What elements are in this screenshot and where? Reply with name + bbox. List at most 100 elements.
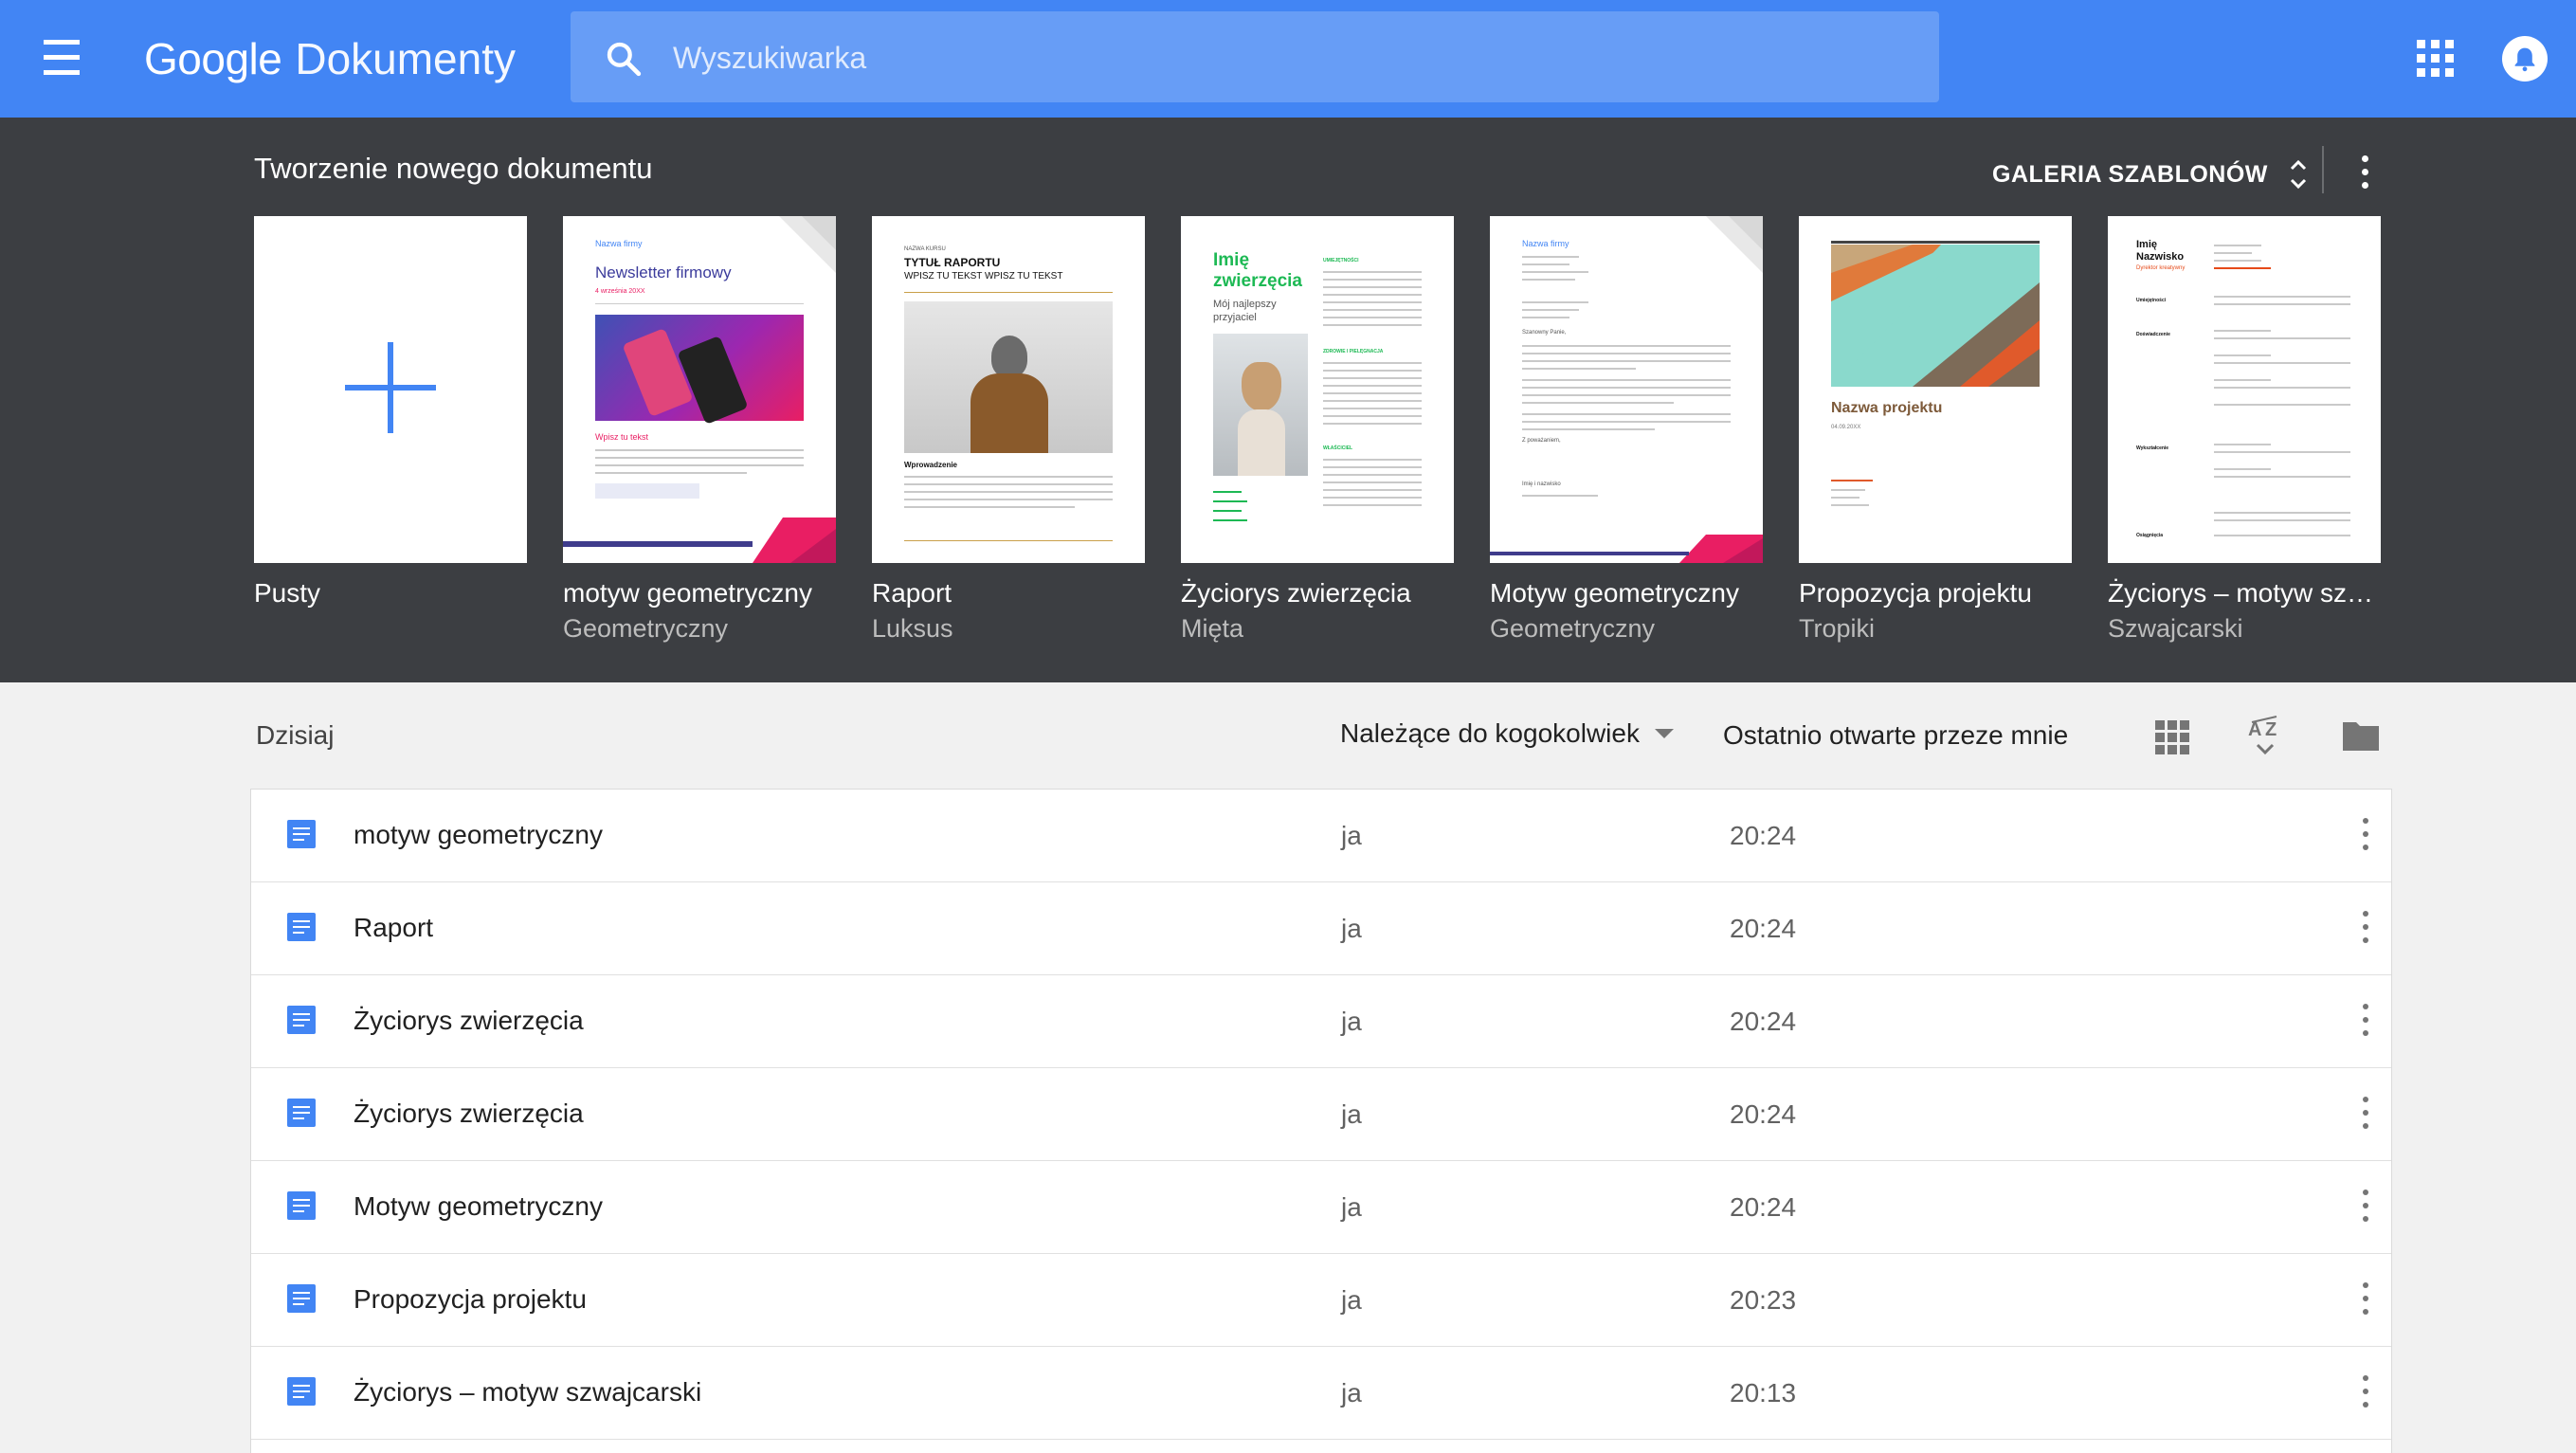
thumb-text: Nazwa firmy xyxy=(595,239,643,248)
sort-az-icon[interactable]: A Z xyxy=(2246,715,2284,758)
file-name: Życiorys zwierzęcia xyxy=(354,1099,584,1128)
apps-grid-icon[interactable] xyxy=(2417,40,2455,78)
hamburger-menu-icon[interactable] xyxy=(38,36,85,82)
template-name: Motyw geometryczny xyxy=(1490,578,1739,608)
file-name: Raport xyxy=(354,913,434,942)
thumb-image-dog xyxy=(1213,334,1308,476)
search-box[interactable] xyxy=(571,11,1939,104)
template-name: Życiorys zwierzęcia xyxy=(1181,578,1411,608)
thumb-image-person xyxy=(904,301,1113,453)
thumb-text: Mój najlepszy przyjaciel xyxy=(1213,299,1277,323)
docs-file-icon xyxy=(287,1191,316,1220)
thumb-text: Umiejętności xyxy=(2136,298,2167,303)
search-icon[interactable] xyxy=(605,40,643,78)
search-input[interactable] xyxy=(671,11,1907,104)
docs-file-icon xyxy=(287,1099,316,1127)
thumb-text: NAZWA KURSU xyxy=(904,246,946,252)
more-vert-icon[interactable] xyxy=(2350,152,2379,193)
template-subtitle: Mięta xyxy=(1181,614,1244,643)
more-vert-icon[interactable] xyxy=(2355,1190,2376,1224)
file-list-header: Dzisiaj Należące do kogokolwiek Ostatnio… xyxy=(0,682,2576,787)
thumb-text: 4 września 20XX xyxy=(595,288,645,295)
file-name: motyw geometryczny xyxy=(354,820,603,849)
thumb-text: Szanowny Panie, xyxy=(1522,330,1567,336)
more-vert-icon[interactable] xyxy=(2355,1004,2376,1038)
thumb-text: Wykształcenie xyxy=(2136,445,2169,451)
more-vert-icon[interactable] xyxy=(2355,1375,2376,1409)
grid-view-icon[interactable] xyxy=(2155,720,2189,754)
file-row[interactable]: Życiorys zwierzęcia ja 20:24 xyxy=(251,975,2391,1068)
geometric-corner-decoration xyxy=(1490,216,1763,563)
more-vert-icon[interactable] xyxy=(2355,818,2376,852)
template-section-title: Tworzenie nowego dokumentu xyxy=(254,152,653,185)
file-last-opened: 20:24 xyxy=(1730,914,1797,943)
template-card-report[interactable]: NAZWA KURSU TYTUŁ RAPORTU WPISZ TU TEKST… xyxy=(872,216,1145,644)
notifications-bell-icon[interactable] xyxy=(2502,36,2548,82)
docs-file-icon xyxy=(287,1377,316,1406)
thumb-text: Wpisz tu tekst xyxy=(595,432,649,442)
unfold-icon xyxy=(2290,159,2306,190)
thumb-text: TYTUŁ RAPORTU xyxy=(904,256,1001,269)
template-name: Raport xyxy=(872,578,952,608)
file-row[interactable]: Życiorys zwierzęcia ja 20:24 xyxy=(251,1068,2391,1161)
template-subtitle: Geometryczny xyxy=(1490,614,1656,643)
template-thumbnail xyxy=(254,216,527,563)
file-name: Życiorys zwierzęcia xyxy=(354,1006,584,1035)
template-thumbnail: Imię zwierzęcia Mój najlepszy przyjaciel… xyxy=(1181,216,1454,563)
file-owner: ja xyxy=(1341,1378,1362,1408)
file-last-opened: 20:24 xyxy=(1730,1007,1797,1036)
file-row[interactable]: Raport ja 20:24 xyxy=(251,882,2391,975)
template-name: Propozycja projektu xyxy=(1799,578,2032,608)
file-last-opened: 20:24 xyxy=(1730,1099,1797,1129)
template-thumbnail: Nazwa firmy Newsletter firmowy 4 wrześni… xyxy=(563,216,836,563)
template-thumbnail: Nazwa projektu 04.09.20XX xyxy=(1799,216,2072,563)
docs-file-icon xyxy=(287,820,316,848)
template-card-swiss-resume[interactable]: Imię Nazwisko Dyrektor kreatywny Umiejęt… xyxy=(2108,216,2381,644)
app-logo[interactable]: Google Dokumenty xyxy=(144,28,516,89)
file-row[interactable]: motyw geometryczny ja 20:24 xyxy=(251,790,2391,882)
app-bar: Google Dokumenty xyxy=(0,0,2576,118)
dropdown-arrow-icon xyxy=(1654,729,1674,738)
docs-file-icon xyxy=(287,1284,316,1313)
folder-icon[interactable] xyxy=(2341,718,2381,753)
thumb-text: Osiągnięcia xyxy=(2136,533,2164,538)
file-row[interactable]: Motyw geometryczny ja 20:24 xyxy=(251,1161,2391,1254)
thumb-text: Imię i nazwisko xyxy=(1522,481,1561,487)
template-thumbnail: NAZWA KURSU TYTUŁ RAPORTU WPISZ TU TEKST… xyxy=(872,216,1145,563)
template-card-pet-resume[interactable]: Imię zwierzęcia Mój najlepszy przyjaciel… xyxy=(1181,216,1454,644)
file-row[interactable]: Propozycja projektu ja 20:23 xyxy=(251,1254,2391,1347)
file-owner: ja xyxy=(1341,1192,1362,1222)
template-name: motyw geometryczny xyxy=(563,578,812,608)
thumb-text: Imię Nazwisko xyxy=(2136,239,2185,263)
template-gallery-strip: Tworzenie nowego dokumentu GALERIA SZABL… xyxy=(0,118,2576,682)
template-name: Pusty xyxy=(254,578,321,608)
file-row[interactable]: Życiorys – motyw szwajcarski ja 20:13 xyxy=(251,1347,2391,1440)
logo-product-text: Dokumenty xyxy=(295,34,516,83)
thumb-text: Wprowadzenie xyxy=(904,461,958,469)
file-owner: ja xyxy=(1341,1007,1362,1036)
template-thumbnail: Nazwa firmy Szanowny Panie, Z poważaniem… xyxy=(1490,216,1763,563)
thumb-text: Newsletter firmowy xyxy=(595,263,732,282)
owner-filter-label: Należące do kogokolwiek xyxy=(1340,718,1640,748)
thumb-text: Z poważaniem, xyxy=(1522,438,1561,444)
more-vert-icon[interactable] xyxy=(2355,1282,2376,1317)
template-subtitle: Geometryczny xyxy=(563,614,729,643)
thumb-text: Doświadczenie xyxy=(2136,332,2170,337)
template-gallery-button[interactable]: GALERIA SZABLONÓW xyxy=(1992,155,2308,193)
file-owner: ja xyxy=(1341,1099,1362,1129)
docs-file-icon xyxy=(287,1006,316,1034)
template-card-newsletter[interactable]: Nazwa firmy Newsletter firmowy 4 wrześni… xyxy=(563,216,836,644)
template-card-proposal[interactable]: Nazwa projektu 04.09.20XX Propozycja pro… xyxy=(1799,216,2072,644)
thumb-text: ZDROWIE I PIELĘGNACJA xyxy=(1323,349,1384,354)
thumb-text: 04.09.20XX xyxy=(1831,425,1861,430)
owner-filter-dropdown[interactable]: Należące do kogokolwiek xyxy=(1340,718,1674,749)
more-vert-icon[interactable] xyxy=(2355,1097,2376,1131)
more-vert-icon[interactable] xyxy=(2355,911,2376,945)
template-card-letter[interactable]: Nazwa firmy Szanowny Panie, Z poważaniem… xyxy=(1490,216,1763,644)
thumb-text: WPISZ TU TEKST WPISZ TU TEKST xyxy=(904,271,1063,282)
sort-by-last-opened[interactable]: Ostatnio otwarte przeze mnie xyxy=(1723,720,2068,751)
template-card-blank[interactable]: Pusty xyxy=(254,216,527,614)
docs-file-icon xyxy=(287,913,316,941)
file-last-opened: 20:24 xyxy=(1730,1192,1797,1222)
file-name: Życiorys – motyw szwajcarski xyxy=(354,1377,702,1407)
